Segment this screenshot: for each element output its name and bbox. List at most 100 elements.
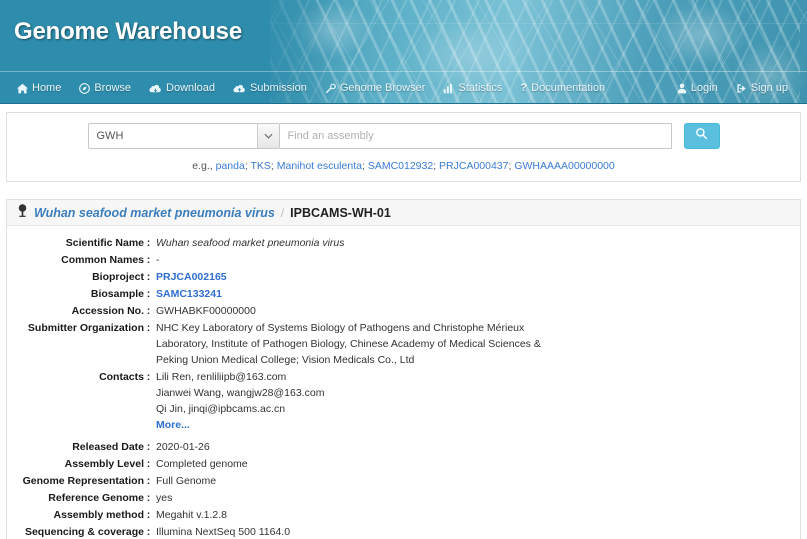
wrench-icon [325,83,336,94]
contacts-more-link[interactable]: More... [156,419,190,431]
field-colon: : [146,237,151,249]
search-icon [695,127,708,145]
navbar-left-group: Home Browse Download Submission Genome B… [8,78,614,98]
user-icon [677,83,687,94]
field-value: 2020-01-26 [156,441,210,453]
field-label: Reference Genome [48,492,144,504]
field-label: Sequencing & coverage [24,526,144,538]
field-label: Contacts [99,371,144,383]
nav-item-submission[interactable]: Submission [224,78,316,98]
field-scientific-name: Scientific Name : Wuhan seafood market p… [7,237,800,250]
field-label: Scientific Name [65,237,144,249]
bar-chart-icon [443,83,454,94]
nav-label: Login [690,82,718,94]
field-value: Lili Ren, renliliipb@163.com Jianwei Wan… [153,371,324,432]
example-link-bioproject[interactable]: PRJCA000437 [439,160,508,172]
nav-label: Home [32,82,62,94]
field-contacts: Contacts : Lili Ren, renliliipb@163.com … [7,371,800,432]
search-row: GWH [7,123,800,149]
contact-1: Lili Ren, renliliipb@163.com [156,371,287,383]
field-assembly-level: Assembly Level : Completed genome [7,458,800,471]
field-value: NHC Key Laboratory of Systems Biology of… [153,322,541,367]
example-link-panda[interactable]: panda [216,160,245,172]
record-header-separator: / [280,205,285,220]
field-value: Illumina NextSeq 500 1164.0 [156,526,291,538]
banner-bottom-rule [0,103,807,104]
nav-item-login[interactable]: Login [668,78,727,98]
field-value: Wuhan seafood market pneumonia virus [156,237,345,249]
organization-line-3: Peking Union Medical College; Vision Med… [156,354,415,366]
nav-label: Statistics [458,82,503,94]
organization-line-1: NHC Key Laboratory of Systems Biology of… [156,322,525,334]
field-label: Biosample [90,288,144,300]
home-icon [17,83,28,94]
contact-2: Jianwei Wang, wangjw28@163.com [156,387,325,399]
organization-line-2: Laboratory, Institute of Pathogen Biolog… [156,338,541,350]
bioproject-link[interactable]: PRJCA002165 [156,271,227,283]
cloud-download-icon [149,83,162,94]
assembly-record-panel: Wuhan seafood market pneumonia virus / I… [6,199,801,539]
field-sequencing-coverage: Sequencing & coverage : Illumina NextSeq… [7,526,800,539]
search-input[interactable] [279,123,672,149]
nav-label: Download [166,82,215,94]
biosample-link[interactable]: SAMC133241 [156,288,222,300]
example-link-manihot[interactable]: Manihot esculenta [277,160,362,172]
field-value: Completed genome [156,458,248,470]
record-species-link[interactable]: Wuhan seafood market pneumonia virus [34,206,275,220]
example-link-biosample[interactable]: SAMC012932 [368,160,433,172]
field-common-names: Common Names : - [7,254,800,267]
record-assembly-name: IPBCAMS-WH-01 [290,205,391,220]
field-value: PRJCA002165 [153,271,227,284]
navbar-right-group: Login Sign up [668,78,797,98]
nav-item-genome-browser[interactable]: Genome Browser [316,78,435,98]
tree-icon [17,203,28,222]
record-header: Wuhan seafood market pneumonia virus / I… [7,200,800,226]
field-label: Submitter Organization [27,322,144,334]
field-submitter-organization: Submitter Organization : NHC Key Laborat… [7,322,800,367]
nav-label: Sign up [750,82,788,94]
field-colon: : [146,492,151,504]
field-value: GWHABKF00000000 [156,305,256,317]
contact-3: Qi Jin, jinqi@ipbcams.ac.cn [156,403,286,415]
search-panel: GWH e.g., panda; TKS; Manihot esculenta;… [6,112,801,182]
field-released-date: Released Date : 2020-01-26 [7,441,800,454]
field-label: Assembly method [53,509,144,521]
field-value: yes [156,492,173,504]
field-label: Assembly Level [64,458,144,470]
example-link-accession[interactable]: GWHAAAA00000000 [514,160,614,172]
database-select[interactable]: GWH [87,123,280,149]
field-value: SAMC133241 [153,288,222,301]
field-accession-no: Accession No. : GWHABKF00000000 [7,305,800,318]
field-colon: : [146,254,151,266]
nav-item-documentation[interactable]: ? Documentation [511,78,614,98]
search-examples: e.g., panda; TKS; Manihot esculenta; SAM… [192,160,615,172]
nav-item-download[interactable]: Download [140,78,224,98]
nav-item-home[interactable]: Home [8,78,70,98]
field-colon: : [146,475,151,487]
example-link-tks[interactable]: TKS [250,160,270,172]
field-genome-representation: Genome Representation : Full Genome [7,475,800,488]
nav-item-browse[interactable]: Browse [70,78,140,98]
field-colon: : [146,271,151,283]
main-navbar: Home Browse Download Submission Genome B… [0,72,807,104]
search-submit-button[interactable] [683,123,720,149]
database-select-wrapper: GWH [87,123,280,149]
field-value: Megahit v.1.2.8 [156,509,228,521]
record-detail-list: Scientific Name : Wuhan seafood market p… [7,226,800,539]
field-label: Genome Representation [22,475,144,487]
nav-item-statistics[interactable]: Statistics [434,78,511,98]
field-colon: : [146,509,151,521]
nav-label: Documentation [531,82,606,94]
field-colon: : [146,288,151,300]
field-colon: : [146,441,151,453]
field-label: Released Date [72,441,144,453]
field-colon: : [146,458,151,470]
field-value: Full Genome [156,475,217,487]
field-colon: : [146,371,151,383]
nav-item-signup[interactable]: Sign up [727,78,797,98]
examples-prefix: e.g., [192,160,213,172]
field-value: - [156,254,160,266]
field-colon: : [146,305,151,317]
question-mark-icon: ? [520,82,528,94]
field-colon: : [146,322,151,334]
